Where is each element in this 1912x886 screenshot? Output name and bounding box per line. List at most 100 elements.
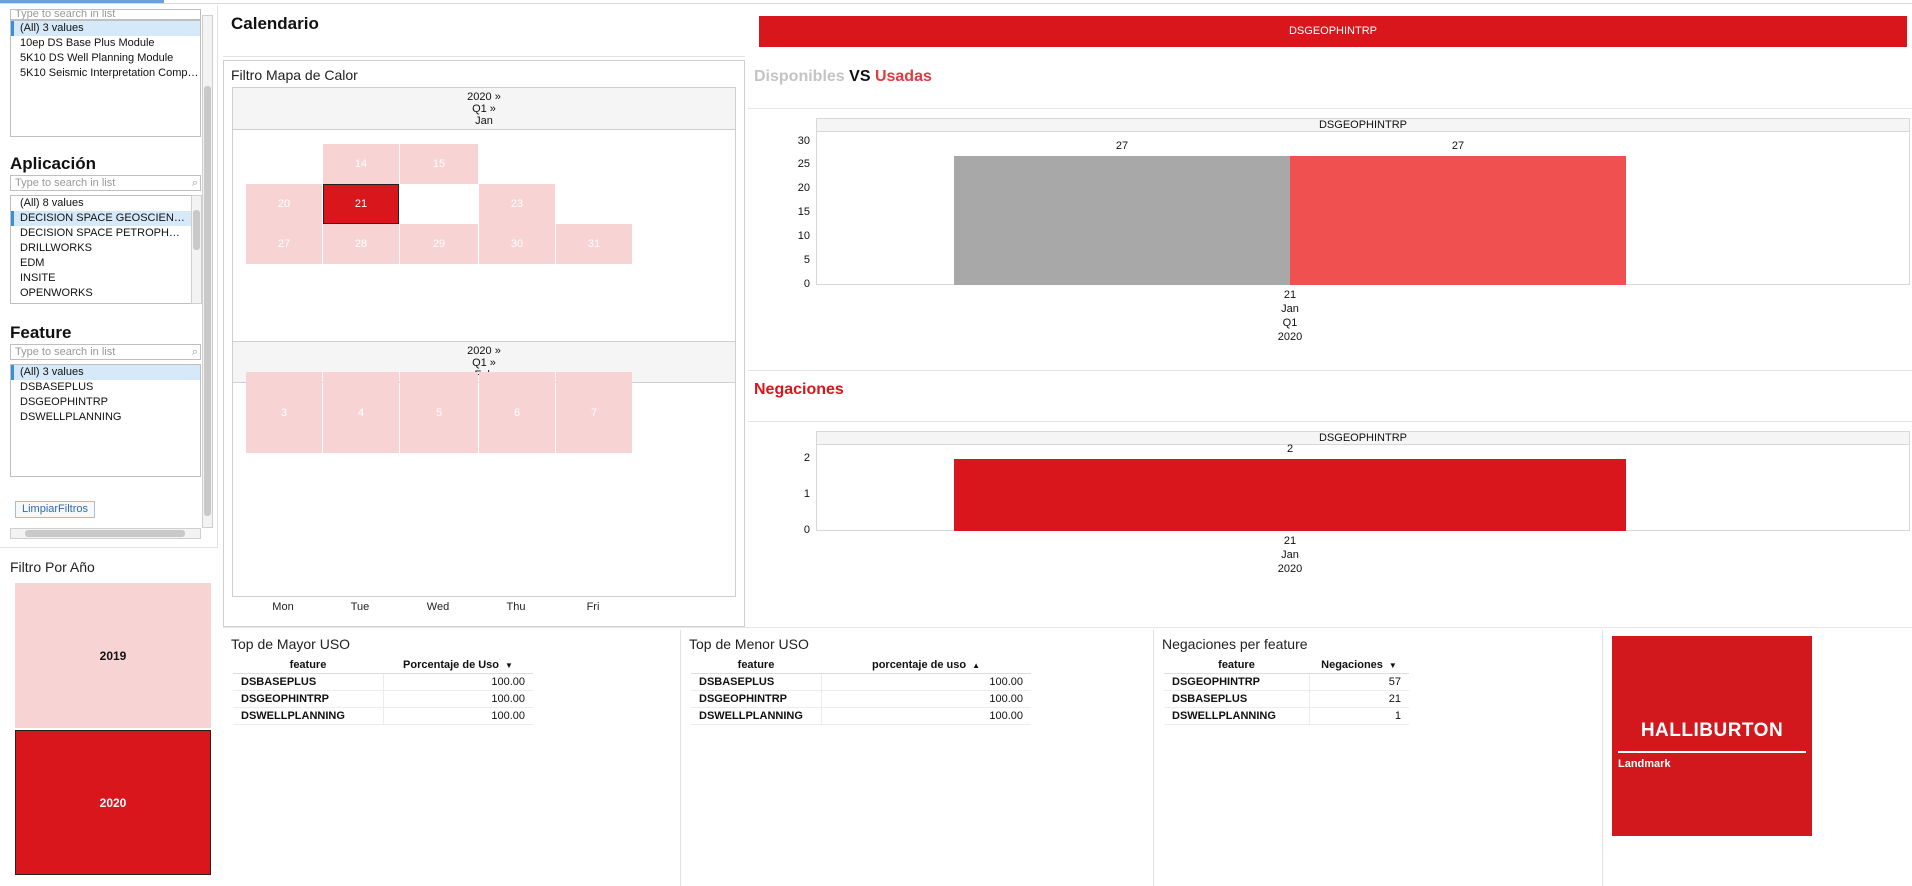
x-axis-label: 21 — [1283, 535, 1297, 547]
year-filter-title: Filtro Por Año — [10, 559, 95, 575]
y-tick-label: 15 — [797, 206, 810, 219]
column-header[interactable]: feature — [691, 658, 821, 674]
chart-panel-header: DSGEOPHINTRP — [816, 118, 1910, 132]
dvu-chart: DSGEOPHINTRP 30 25 20 15 10 5 0 27 27 21 Jan Q1 2020 — [748, 110, 1912, 368]
month-quarter-label[interactable]: Q1 » — [233, 357, 735, 369]
list-item[interactable]: DSGEOPHINTRP — [11, 395, 200, 410]
calendar-day[interactable]: 14 — [323, 144, 399, 184]
table-row[interactable]: DSWELLPLANNING 100.00 — [233, 707, 533, 725]
list-item[interactable]: EDM — [11, 256, 200, 271]
calendar-day[interactable]: 4 — [323, 372, 399, 453]
bar-series-0[interactable] — [954, 155, 1290, 285]
list-item[interactable]: INSITE — [11, 271, 200, 286]
list-item[interactable]: 5K10 Seismic Interpretation Comp… — [11, 66, 200, 81]
cell-feature: DSWELLPLANNING — [691, 707, 821, 725]
year-cell-2020[interactable]: 2020 — [15, 730, 211, 875]
table-row[interactable]: DSGEOPHINTRP 100.00 — [691, 690, 1031, 708]
column-header-label: feature — [289, 659, 327, 672]
calendar-day[interactable]: 30 — [479, 224, 555, 264]
calendar-day[interactable]: 20 — [246, 184, 322, 224]
cell-value: 100.00 — [820, 707, 1031, 725]
calendar-day[interactable]: 5 — [400, 372, 478, 453]
table-row[interactable]: DSBASEPLUS 21 — [1164, 690, 1409, 708]
cell-value: 21 — [1308, 690, 1409, 708]
bar-series-1[interactable] — [1290, 155, 1626, 285]
calendar-day[interactable]: 6 — [479, 372, 555, 453]
top-search-input[interactable]: Type to search in list — [10, 9, 201, 20]
feature-search-input[interactable]: Type to search in list ⌕ — [10, 344, 201, 360]
logo-rule — [1618, 751, 1806, 753]
list-item[interactable]: 10ep DS Base Plus Module — [11, 36, 200, 51]
list-item[interactable]: (All) 3 values — [11, 21, 200, 36]
calendar-day[interactable]: 23 — [479, 184, 555, 224]
logo-brand: HALLIBURTON — [1640, 720, 1784, 741]
cell-feature: DSGEOPHINTRP — [691, 690, 821, 708]
calendar-grid: 2020 » Q1 » Jan 2020 » Q1 » Feb 14152021… — [232, 87, 736, 597]
cell-feature: DSBASEPLUS — [1164, 690, 1309, 708]
feature-list[interactable]: (All) 3 values DSBASEPLUS DSGEOPHINTRP DSWE… — [10, 364, 201, 477]
list-item[interactable]: DSWELLPLANNING — [11, 410, 200, 425]
list-item[interactable]: DSBASEPLUS — [11, 380, 200, 395]
cell-value: 100.00 — [382, 673, 533, 691]
negaciones-feature-table: feature Negaciones ▼ DSGEOPHINTRP 57 DSBASEPL… — [1164, 658, 1409, 725]
table-row[interactable]: DSGEOPHINTRP 100.00 — [233, 690, 533, 708]
year-cell-2019[interactable]: 2019 — [15, 583, 211, 728]
year-filter-pane: Filtro Por Año 2019 2020 — [0, 556, 218, 886]
month-year-label[interactable]: 2020 » — [233, 345, 735, 357]
table-row[interactable]: DSWELLPLANNING 100.00 — [691, 707, 1031, 725]
column-header[interactable]: feature — [1164, 658, 1309, 674]
column-header-label: feature — [1218, 659, 1255, 672]
top-mayor-uso-table: feature Porcentaje de Uso ▼ DSBASEPLUS 100.0… — [233, 658, 533, 725]
calendar-day[interactable]: 3 — [246, 372, 322, 453]
bar-series-0[interactable] — [954, 459, 1626, 531]
list-item[interactable]: DRILLWORKS — [11, 241, 200, 256]
sort-icon[interactable]: ▼ — [505, 661, 513, 670]
column-header[interactable]: Negaciones ▼ — [1309, 658, 1409, 674]
column-header[interactable]: porcentaje de uso ▲ — [821, 658, 1031, 674]
table-row[interactable]: DSWELLPLANNING 1 — [1164, 707, 1409, 725]
aplicacion-scrollbar[interactable] — [191, 195, 202, 304]
active-tab-indicator[interactable] — [0, 0, 164, 3]
list-item[interactable]: DECISION SPACE PETROPH… — [11, 226, 200, 241]
top-filter-list[interactable]: (All) 3 values 10ep DS Base Plus Module 5K… — [10, 20, 201, 137]
column-header[interactable]: feature — [233, 658, 383, 674]
sort-icon[interactable]: ▼ — [1389, 661, 1397, 670]
calendar-day[interactable]: 29 — [400, 224, 478, 264]
list-item[interactable]: DECISION SPACE GEOSCIEN… — [11, 211, 200, 226]
feature-search-placeholder: Type to search in list — [15, 346, 116, 358]
month-year-label[interactable]: 2020 » — [233, 91, 735, 103]
dvu-title: Disponibles VS Usadas — [754, 68, 932, 86]
sort-icon[interactable]: ▲ — [972, 661, 980, 670]
calendar-day[interactable]: 21 — [323, 184, 399, 224]
cell-value: 57 — [1308, 673, 1409, 691]
cell-value: 1 — [1308, 707, 1409, 725]
filter-pane-vscroll[interactable] — [202, 15, 213, 528]
calendar-day[interactable]: 27 — [246, 224, 322, 264]
aplicacion-search-input[interactable]: Type to search in list ⌕ — [10, 175, 201, 191]
filter-pane-hscroll[interactable] — [10, 528, 201, 539]
month-quarter-label[interactable]: Q1 » — [233, 103, 735, 115]
column-header[interactable]: Porcentaje de Uso ▼ — [383, 658, 533, 674]
x-axis-label: Jan — [1281, 549, 1299, 561]
table-row[interactable]: DSBASEPLUS 100.00 — [233, 673, 533, 691]
list-item[interactable]: (All) 8 values — [11, 196, 200, 211]
list-item[interactable]: OPENWORKS — [11, 286, 200, 301]
calendar-day[interactable]: 28 — [323, 224, 399, 264]
limpiar-filtros-button[interactable]: LimpiarFiltros — [15, 501, 95, 518]
logo-sub: Landmark — [1618, 758, 1671, 770]
table-row[interactable]: DSGEOPHINTRP 57 — [1164, 673, 1409, 691]
magnifier-icon: ⌕ — [191, 177, 198, 189]
list-item[interactable]: 5K10 DS Well Planning Module — [11, 51, 200, 66]
calendar-day[interactable]: 31 — [556, 224, 632, 264]
table-row[interactable]: DSBASEPLUS 100.00 — [691, 673, 1031, 691]
calendar-day[interactable]: 7 — [556, 372, 632, 453]
calendar-day[interactable]: 15 — [400, 144, 478, 184]
heatmap-calendar-pane: Filtro Mapa de Calor 2020 » Q1 » Jan 202… — [223, 60, 745, 627]
negaciones-chart: DSGEOPHINTRP 2 1 0 2 21 Jan 2020 — [748, 423, 1912, 623]
data-label: 2 — [1286, 443, 1294, 456]
aplicacion-list[interactable]: (All) 8 values DECISION SPACE GEOSCIEN… DE… — [10, 195, 201, 304]
feature-banner[interactable]: DSGEOPHINTRP — [759, 16, 1907, 47]
list-item[interactable]: (All) 3 values — [11, 365, 200, 380]
y-tick-label: 0 — [803, 524, 810, 536]
dvu-title-disponibles: Disponibles — [754, 68, 845, 85]
